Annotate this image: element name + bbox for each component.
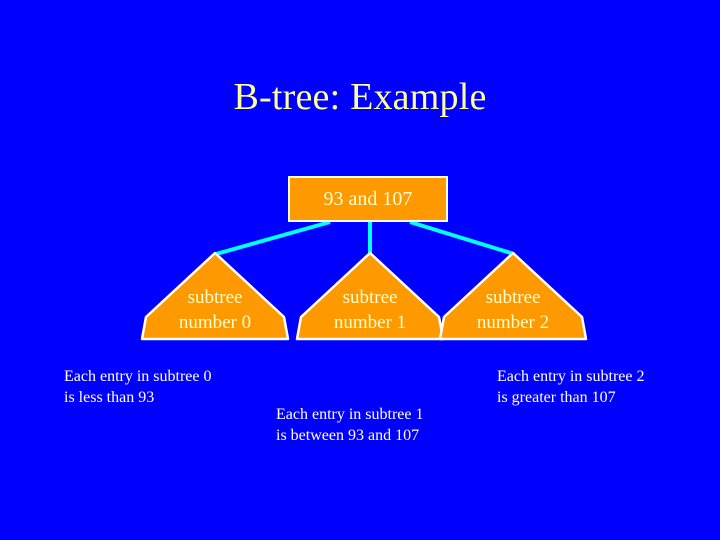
caption-subtree-2: Each entry in subtree 2 is greater than …	[497, 366, 645, 408]
subtree-node-1-line2: number 1	[333, 312, 407, 333]
subtree-node-0-line2: number 0	[178, 312, 252, 333]
subtree-node-2-line1: subtree	[485, 287, 541, 308]
subtree-node-1-line1: subtree	[342, 287, 398, 308]
caption-subtree-2-line1: Each entry in subtree 2	[497, 368, 645, 385]
subtree-node-0-line1: subtree	[187, 287, 243, 308]
caption-subtree-1-line2: is between 93 and 107	[276, 427, 420, 444]
slide-canvas: B-tree: Example 93 and 107 subtree numbe…	[0, 0, 720, 540]
subtree-node-1-label: subtree number 1	[294, 285, 446, 335]
root-node[interactable]: 93 and 107	[288, 176, 448, 222]
subtree-node-2-line2: number 2	[476, 312, 550, 333]
subtree-node-1[interactable]: subtree number 1	[294, 251, 446, 341]
connector-line-2	[409, 220, 515, 256]
caption-subtree-2-line2: is greater than 107	[497, 389, 616, 406]
connector-line-0	[215, 220, 331, 256]
page-title: B-tree: Example	[233, 76, 487, 118]
root-node-label: 93 and 107	[323, 188, 413, 210]
caption-subtree-0: Each entry in subtree 0 is less than 93	[64, 366, 212, 408]
subtree-node-0[interactable]: subtree number 0	[139, 251, 291, 341]
subtree-node-2-label: subtree number 2	[437, 285, 589, 335]
caption-subtree-0-line1: Each entry in subtree 0	[64, 368, 212, 385]
subtree-node-2[interactable]: subtree number 2	[437, 251, 589, 341]
caption-subtree-1: Each entry in subtree 1 is between 93 an…	[276, 404, 424, 446]
caption-subtree-0-line2: is less than 93	[64, 389, 155, 406]
subtree-node-0-label: subtree number 0	[139, 285, 291, 335]
caption-subtree-1-line1: Each entry in subtree 1	[276, 406, 424, 423]
